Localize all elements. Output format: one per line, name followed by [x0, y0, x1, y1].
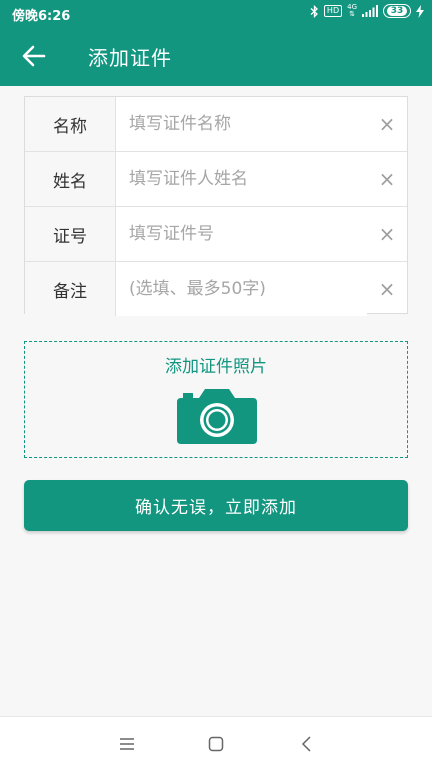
number-input[interactable] — [116, 207, 367, 261]
app-bar: 添加证件 — [0, 26, 432, 86]
menu-icon[interactable] — [118, 735, 136, 753]
number-label: 证号 — [25, 207, 116, 261]
status-bar: 傍晚6:26 HD 4G ⇅ 33 — [0, 0, 432, 26]
back-nav-icon[interactable] — [298, 735, 316, 753]
status-time: 傍晚6:26 — [12, 9, 71, 24]
note-label: 备注 — [25, 262, 116, 316]
clear-icon[interactable]: × — [367, 152, 407, 206]
charging-icon — [416, 4, 424, 18]
holder-label: 姓名 — [25, 152, 116, 206]
back-arrow-icon[interactable] — [18, 42, 50, 70]
confirm-add-button[interactable]: 确认无误，立即添加 — [24, 480, 408, 531]
form-row-number: 证号 × — [25, 206, 407, 261]
battery-icon: 33 — [383, 4, 411, 18]
name-label: 名称 — [25, 97, 116, 151]
name-input[interactable] — [116, 97, 367, 151]
battery-level: 33 — [386, 6, 408, 16]
clear-icon[interactable]: × — [367, 97, 407, 151]
signal-icon — [362, 5, 378, 17]
certificate-form: 名称 × 姓名 × 证号 × 备注 × — [24, 96, 408, 316]
clear-icon[interactable]: × — [367, 207, 407, 261]
network-type-icon: 4G ⇅ — [347, 4, 357, 18]
status-icons: HD 4G ⇅ 33 — [310, 4, 424, 18]
holder-name-input[interactable] — [116, 152, 367, 206]
add-photo-area[interactable]: 添加证件照片 — [24, 341, 408, 458]
system-nav-bar — [0, 716, 432, 769]
form-row-name: 名称 × — [25, 97, 407, 151]
network-arrows: ⇅ — [349, 10, 355, 18]
note-input[interactable] — [116, 262, 367, 316]
home-icon[interactable] — [207, 735, 225, 753]
form-row-note: 备注 × — [25, 261, 407, 316]
camera-icon[interactable] — [175, 386, 259, 446]
form-row-holder: 姓名 × — [25, 151, 407, 206]
page-title: 添加证件 — [88, 46, 172, 70]
add-photo-label: 添加证件照片 — [165, 357, 267, 377]
bluetooth-icon — [310, 4, 318, 18]
clear-icon[interactable]: × — [367, 262, 407, 316]
hd-badge: HD — [323, 5, 343, 17]
